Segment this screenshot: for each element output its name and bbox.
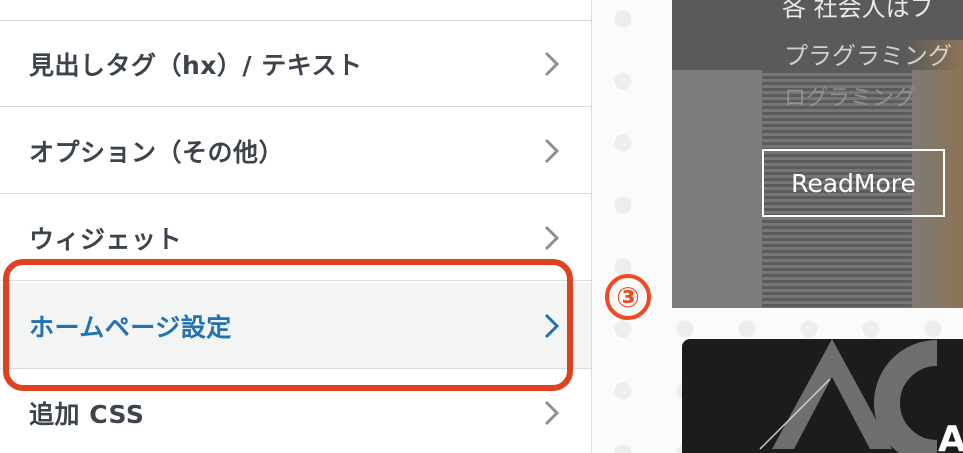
- chevron-right-icon: [544, 51, 560, 76]
- chevron-right-icon: [544, 313, 560, 338]
- chevron-right-icon: [544, 138, 560, 163]
- sidebar-item-label: ウィジェット: [29, 224, 183, 254]
- thumbnail-title-letter: A: [938, 419, 963, 453]
- sidebar-item-additional-css[interactable]: 追加 CSS: [0, 370, 591, 453]
- hero-image: 各 社会人はフ プラグラミング ログラミング ReadMore: [672, 0, 963, 308]
- post-thumbnail[interactable]: A: [682, 339, 963, 453]
- chevron-right-icon: [544, 225, 560, 250]
- sidebar-item-label: オプション（その他）: [29, 137, 285, 167]
- sidebar-item-label: ホームページ設定: [29, 312, 232, 342]
- chevron-right-icon: [544, 400, 560, 426]
- readmore-button[interactable]: ReadMore: [762, 149, 945, 217]
- sidebar-item-label: 追加 CSS: [29, 400, 145, 429]
- sidebar-item-widgets[interactable]: ウィジェット: [0, 195, 591, 281]
- hero-text-line: ログラミング: [784, 86, 917, 111]
- logo-graphic: [759, 339, 938, 453]
- customizer-panel: 見出しタグ（hx）/ テキスト オプション（その他） ウィジェット ホームページ…: [0, 0, 592, 453]
- hero-text-line: 各 社会人はフ: [782, 0, 934, 22]
- sidebar-item-homepage-settings[interactable]: ホームページ設定: [0, 283, 591, 369]
- site-preview: 各 社会人はフ プラグラミング ログラミング ReadMore ③ A: [592, 0, 963, 453]
- sidebar-item-label: 見出しタグ（hx）/ テキスト: [29, 50, 363, 80]
- sidebar-item-headings[interactable]: 見出しタグ（hx）/ テキスト: [0, 21, 591, 107]
- hero-text-line: プラグラミング: [784, 42, 952, 70]
- step-number-badge: ③: [605, 274, 651, 320]
- sidebar-item-options[interactable]: オプション（その他）: [0, 108, 591, 194]
